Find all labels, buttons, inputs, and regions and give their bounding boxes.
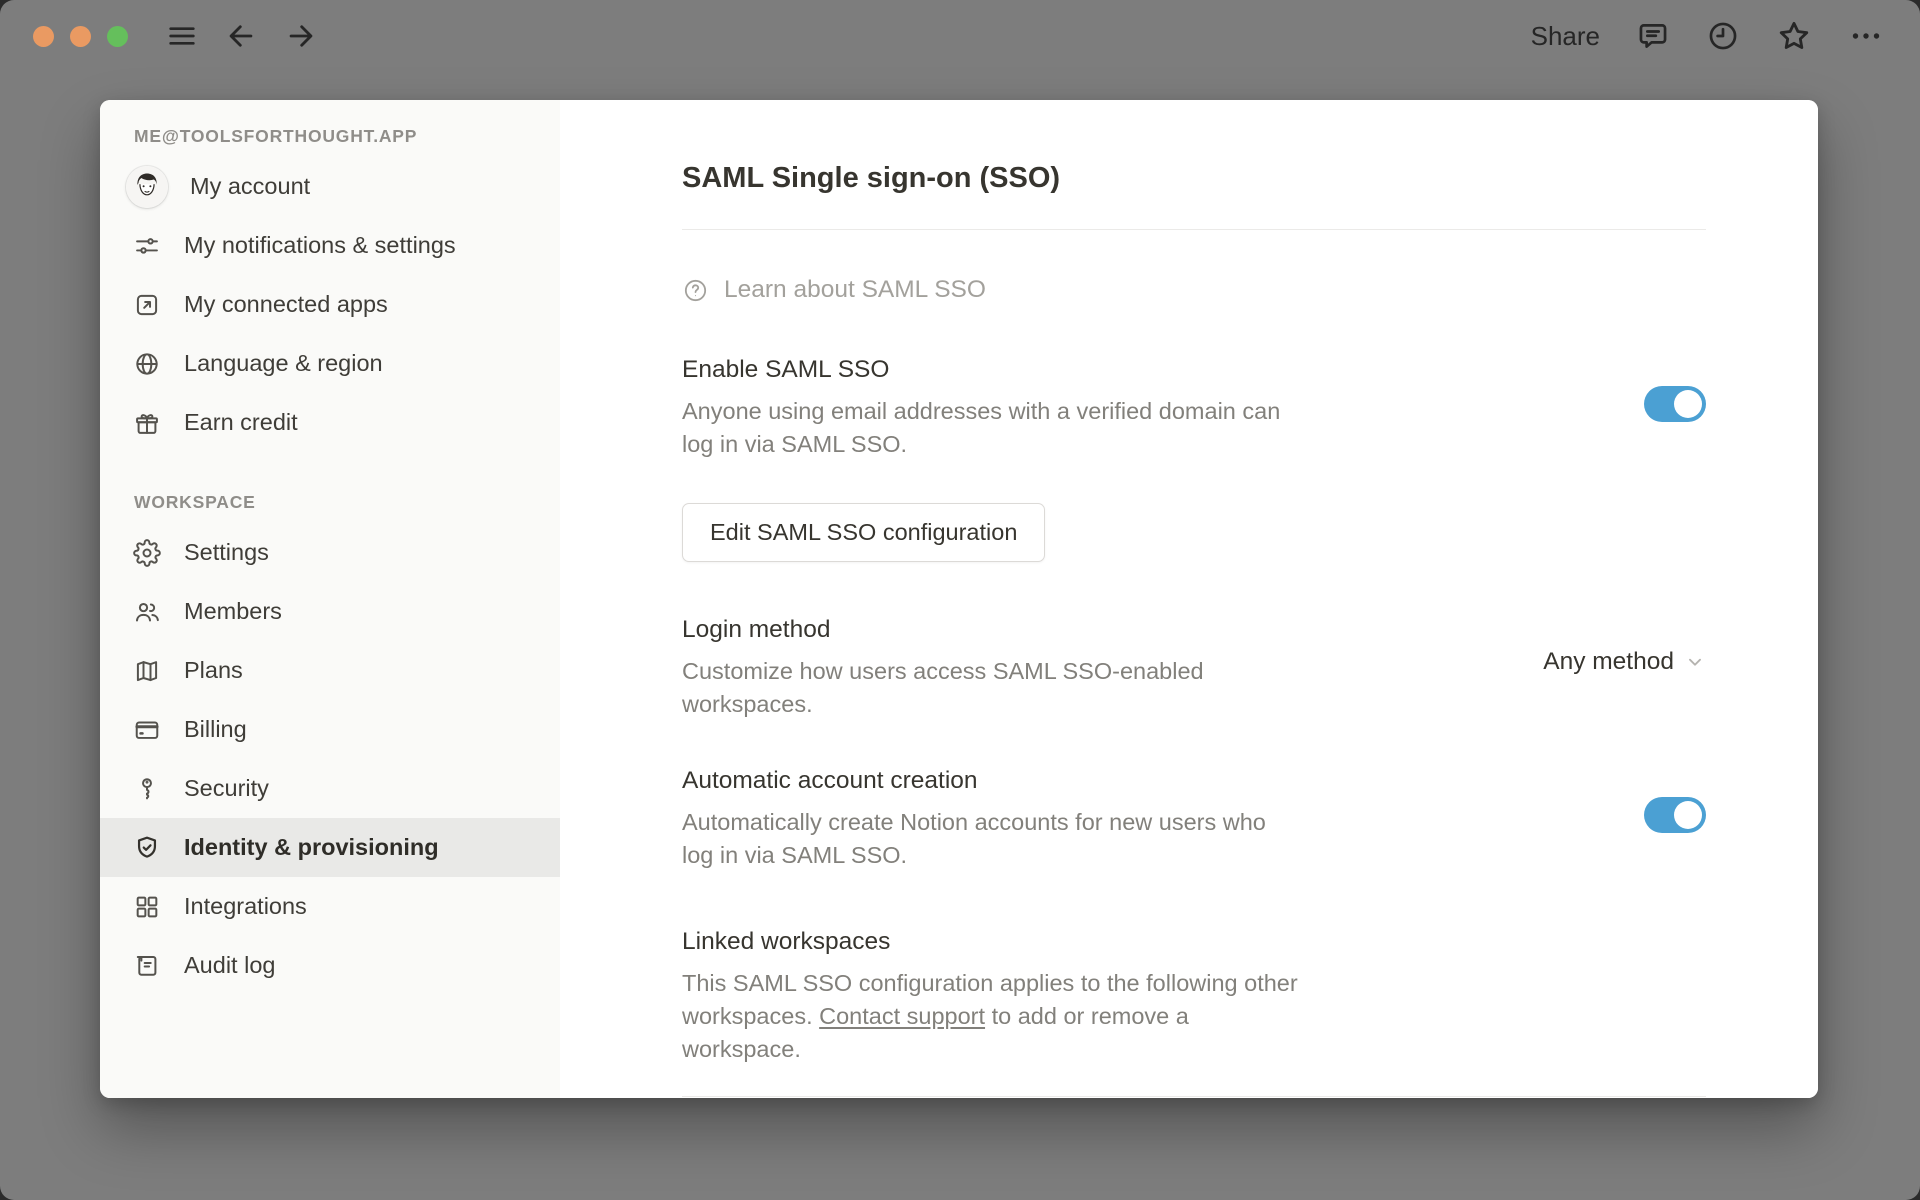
sidebar-item-integrations[interactable]: Integrations: [100, 877, 560, 936]
close-window-button[interactable]: [33, 25, 54, 47]
linked-workspaces-text: Linked workspaces This SAML SSO configur…: [682, 928, 1300, 1066]
login-method-description: Customize how users access SAML SSO-enab…: [682, 658, 1204, 717]
sidebar-item-language-region[interactable]: Language & region: [100, 334, 560, 393]
title-divider: [682, 229, 1706, 230]
auto-account-toggle[interactable]: [1644, 797, 1706, 833]
gift-icon: [132, 408, 162, 438]
sidebar-item-label: Identity & provisioning: [184, 834, 439, 860]
sidebar-item-settings[interactable]: Settings: [100, 523, 560, 582]
enable-saml-toggle[interactable]: [1644, 386, 1706, 422]
auto-account-row: Automatic account creation Automatically…: [682, 767, 1706, 872]
linked-workspaces-row: Linked workspaces This SAML SSO configur…: [682, 928, 1706, 1066]
more-options-icon[interactable]: [1848, 18, 1884, 54]
members-icon: [132, 597, 162, 627]
sidebar-item-connected-apps[interactable]: My connected apps: [100, 275, 560, 334]
learn-link-label: Learn about SAML SSO: [724, 276, 986, 303]
enable-saml-text: Enable SAML SSO Anyone using email addre…: [682, 356, 1300, 461]
map-icon: [132, 656, 162, 686]
page-title: SAML Single sign-on (SSO): [682, 162, 1061, 194]
edit-saml-config-button[interactable]: Edit SAML SSO configuration: [682, 503, 1046, 562]
sidebar-item-identity-provisioning[interactable]: Identity & provisioning: [100, 818, 560, 877]
sidebar-item-label: Security: [184, 775, 269, 801]
workspace-section-header: WORKSPACE: [134, 492, 256, 512]
auto-account-title: Automatic account creation: [682, 767, 978, 794]
shield-check-icon: [132, 833, 162, 863]
login-method-row: Login method Customize how users access …: [682, 616, 1706, 721]
sidebar-item-label: Members: [184, 598, 282, 624]
login-method-value: Any method: [1543, 648, 1674, 675]
forward-arrow-icon[interactable]: [284, 19, 318, 53]
login-method-title: Login method: [682, 616, 831, 643]
key-icon: [132, 774, 162, 804]
app-window: Share ME@TOOLSFORTHOUGHT.APP My account …: [0, 0, 1920, 1200]
grid-icon: [132, 892, 162, 922]
sidebar-item-label: My notifications & settings: [184, 232, 456, 258]
credit-card-icon: [132, 715, 162, 745]
auto-account-text: Automatic account creation Automatically…: [682, 767, 1300, 872]
settings-main-panel: SAML Single sign-on (SSO) Learn about SA…: [560, 100, 1818, 1098]
sidebar-item-security[interactable]: Security: [100, 759, 560, 818]
sidebar-item-label: Integrations: [184, 893, 307, 919]
linked-workspaces-title: Linked workspaces: [682, 928, 891, 955]
sidebar-item-label: Earn credit: [184, 409, 298, 435]
sidebar-item-label: Language & region: [184, 350, 383, 376]
enable-saml-title: Enable SAML SSO: [682, 356, 890, 383]
scroll-icon: [132, 951, 162, 981]
login-method-text: Login method Customize how users access …: [682, 616, 1300, 721]
contact-support-link[interactable]: Contact support: [819, 1003, 985, 1029]
toggle-knob: [1674, 801, 1702, 829]
settings-sidebar: ME@TOOLSFORTHOUGHT.APP My account My not…: [100, 100, 560, 1098]
sidebar-item-earn-credit[interactable]: Earn credit: [100, 393, 560, 452]
user-avatar: [126, 165, 168, 208]
sidebar-item-label: Audit log: [184, 952, 276, 978]
sidebar-item-audit-log[interactable]: Audit log: [100, 936, 560, 995]
title-bar: Share: [0, 0, 1920, 72]
learn-about-saml-link[interactable]: Learn about SAML SSO: [682, 276, 986, 304]
sidebar-item-my-account[interactable]: My account: [100, 157, 560, 216]
zoom-window-button[interactable]: [107, 25, 128, 47]
share-button[interactable]: Share: [1531, 21, 1600, 52]
toggle-knob: [1674, 390, 1702, 418]
updates-clock-icon[interactable]: [1706, 19, 1740, 53]
linked-workspaces-description: This SAML SSO configuration applies to t…: [682, 967, 1300, 1066]
minimize-window-button[interactable]: [70, 25, 91, 47]
enable-saml-row: Enable SAML SSO Anyone using email addre…: [682, 356, 1706, 461]
sidebar-item-label: Billing: [184, 716, 247, 742]
sidebar-item-label: Plans: [184, 657, 243, 683]
comments-icon[interactable]: [1636, 19, 1670, 53]
sliders-icon: [132, 231, 162, 261]
favorite-star-icon[interactable]: [1776, 18, 1812, 54]
sidebar-item-label: My connected apps: [184, 291, 388, 317]
account-section-header: ME@TOOLSFORTHOUGHT.APP: [134, 126, 418, 146]
help-circle-icon: [684, 279, 707, 301]
login-method-select[interactable]: Any method: [1543, 648, 1706, 676]
external-link-icon: [132, 290, 162, 320]
gear-icon: [132, 538, 162, 568]
bottom-divider: [682, 1096, 1706, 1097]
sidebar-item-label: Settings: [184, 539, 269, 565]
sidebar-item-members[interactable]: Members: [100, 582, 560, 641]
sidebar-item-notifications-settings[interactable]: My notifications & settings: [100, 216, 560, 275]
auto-account-description: Automatically create Notion accounts for…: [682, 809, 1266, 868]
sidebar-menu-icon[interactable]: [166, 20, 198, 52]
sidebar-item-billing[interactable]: Billing: [100, 700, 560, 759]
enable-saml-description: Anyone using email addresses with a veri…: [682, 398, 1281, 457]
chevron-down-icon: [1689, 658, 1701, 666]
sidebar-item-label: My account: [190, 173, 311, 199]
traffic-lights: [33, 25, 128, 47]
sidebar-item-plans[interactable]: Plans: [100, 641, 560, 700]
back-arrow-icon[interactable]: [224, 19, 258, 53]
globe-icon: [132, 349, 162, 379]
settings-modal: ME@TOOLSFORTHOUGHT.APP My account My not…: [100, 100, 1818, 1098]
